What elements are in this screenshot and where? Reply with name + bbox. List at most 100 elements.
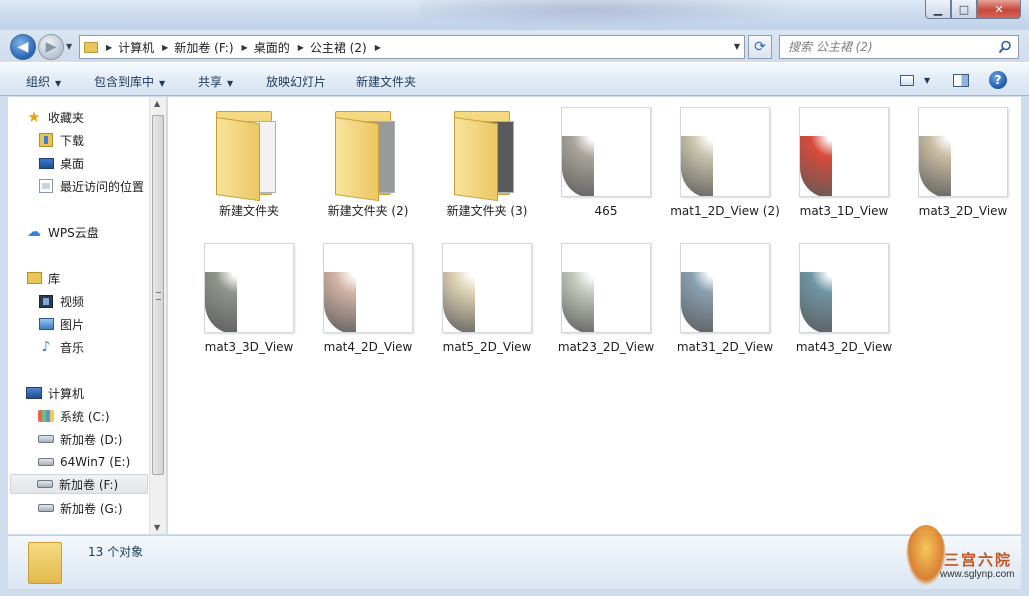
new-folder-button[interactable]: 新建文件夹 <box>356 73 416 90</box>
sidebar-item-downloads[interactable]: 下载 <box>38 130 84 150</box>
slideshow-button[interactable]: 放映幻灯片 <box>266 73 326 90</box>
chevron-right-icon[interactable]: ▶ <box>106 43 112 52</box>
sidebar-item-label: 音乐 <box>60 340 85 355</box>
file-name: mat3_3D_View <box>204 340 294 354</box>
sidebar-item-videos[interactable]: 视频 <box>38 291 84 311</box>
minimize-button[interactable]: ▁ <box>925 0 951 19</box>
address-dropdown[interactable]: ▼ <box>734 42 740 51</box>
caret-down-icon[interactable]: ▼ <box>924 76 930 85</box>
preview-pane-icon <box>953 73 969 87</box>
sidebar-item-recent[interactable]: 最近访问的位置 <box>38 176 144 196</box>
recent-pages-dropdown[interactable]: ▼ <box>66 42 72 51</box>
file-name: 新建文件夹 <box>218 204 279 218</box>
image-file-item[interactable]: mat43_2D_View <box>785 243 903 373</box>
include-library-menu[interactable]: 包含到库中 ▼ <box>94 73 165 90</box>
image-file-item[interactable]: mat3_1D_View <box>785 107 903 237</box>
sidebar-item-library[interactable]: 库 <box>26 268 60 288</box>
watermark-title: 三宫六院 <box>944 551 1013 569</box>
scroll-up-icon[interactable]: ▲ <box>154 99 160 108</box>
command-bar: 组织 ▼ 包含到库中 ▼ 共享 ▼ 放映幻灯片 新建文件夹 ▼ ? <box>0 62 1029 96</box>
image-thumbnail <box>680 243 770 333</box>
scrollbar-thumb[interactable] <box>152 115 164 475</box>
folder-icon <box>204 107 294 202</box>
chevron-right-icon[interactable]: ▶ <box>375 43 381 52</box>
preview-pane-button[interactable] <box>953 71 969 89</box>
folder-item[interactable]: 新建文件夹 (2) <box>309 107 427 237</box>
file-name: mat4_2D_View <box>323 340 413 354</box>
search-box[interactable] <box>779 35 1019 59</box>
breadcrumb-computer[interactable]: 计算机 <box>118 39 154 56</box>
breadcrumb-label: 新加卷 (F:) <box>174 40 234 55</box>
image-file-item[interactable]: mat31_2D_View <box>666 243 784 373</box>
folder-icon <box>442 107 532 202</box>
sidebar-item-label: WPS云盘 <box>48 225 99 240</box>
arrow-right-icon: ▶ <box>45 39 57 55</box>
sidebar-item-drive-f[interactable]: 新加卷 (F:) <box>10 474 148 494</box>
sidebar-item-wps-cloud[interactable]: ☁ WPS云盘 <box>26 222 99 242</box>
sidebar-item-drive-e[interactable]: 64Win7 (E:) <box>38 452 130 472</box>
breadcrumb-current-folder[interactable]: 公主裙 (2) <box>310 39 367 56</box>
sidebar-item-computer[interactable]: 计算机 <box>26 383 84 403</box>
refresh-icon: ⟳ <box>754 39 766 55</box>
image-file-item[interactable]: mat3_3D_View <box>190 243 308 373</box>
sidebar-item-label: 最近访问的位置 <box>60 179 145 194</box>
folder-icon <box>84 41 98 53</box>
sidebar-item-label: 图片 <box>60 317 85 332</box>
chevron-right-icon[interactable]: ▶ <box>298 43 304 52</box>
maximize-button[interactable]: □ <box>951 0 977 19</box>
folder-item[interactable]: 新建文件夹 (3) <box>428 107 546 237</box>
title-bar: ▁ □ ✕ <box>0 0 1029 30</box>
sidebar-item-label: 收藏夹 <box>48 110 85 125</box>
system-drive-icon <box>38 409 54 423</box>
sidebar-item-desktop[interactable]: 桌面 <box>38 153 84 173</box>
breadcrumb-drive-f[interactable]: 新加卷 (F:) <box>174 39 233 56</box>
close-button[interactable]: ✕ <box>977 0 1021 19</box>
forward-button[interactable]: ▶ <box>38 34 64 60</box>
caret-down-icon: ▼ <box>55 79 62 88</box>
back-button[interactable]: ◀ <box>10 34 36 60</box>
change-view-button[interactable]: ▼ <box>900 71 930 89</box>
sidebar-item-pictures[interactable]: 图片 <box>38 314 84 334</box>
image-file-item[interactable]: mat5_2D_View <box>428 243 546 373</box>
breadcrumb-label: 计算机 <box>118 40 155 55</box>
sidebar-item-music[interactable]: ♪ 音乐 <box>38 337 84 357</box>
sidebar-item-drive-d[interactable]: 新加卷 (D:) <box>38 429 122 449</box>
sidebar-item-label: 系统 (C:) <box>60 409 110 424</box>
view-icon <box>900 74 914 86</box>
search-input[interactable] <box>788 40 988 54</box>
sidebar-item-drive-g[interactable]: 新加卷 (G:) <box>38 498 123 518</box>
chevron-right-icon[interactable]: ▶ <box>242 43 248 52</box>
share-menu[interactable]: 共享 ▼ <box>198 73 233 90</box>
help-icon[interactable]: ? <box>989 71 1007 89</box>
caret-down-icon: ▼ <box>159 79 166 88</box>
image-file-item[interactable]: 465 <box>547 107 665 237</box>
image-file-item[interactable]: mat3_2D_View <box>904 107 1022 237</box>
file-name: mat43_2D_View <box>795 340 893 354</box>
sidebar-item-favorites[interactable]: ★ 收藏夹 <box>26 107 84 127</box>
sidebar-item-drive-c[interactable]: 系统 (C:) <box>38 406 110 426</box>
breadcrumb-desktop[interactable]: 桌面的 <box>254 39 290 56</box>
file-name: mat3_2D_View <box>918 204 1008 218</box>
image-thumbnail <box>204 243 294 333</box>
sidebar-item-label: 下载 <box>60 133 85 148</box>
image-file-item[interactable]: mat1_2D_View (2) <box>666 107 784 237</box>
breadcrumb-label: 桌面的 <box>253 40 290 55</box>
chevron-right-icon[interactable]: ▶ <box>162 43 168 52</box>
image-file-item[interactable]: mat4_2D_View <box>309 243 427 373</box>
file-name: mat31_2D_View <box>676 340 774 354</box>
scroll-down-icon[interactable]: ▼ <box>154 523 160 532</box>
file-name: mat1_2D_View (2) <box>670 204 780 218</box>
sidebar-item-label: 库 <box>48 271 61 286</box>
folder-item[interactable]: 新建文件夹 <box>190 107 308 237</box>
search-icon[interactable] <box>998 40 1012 54</box>
navigation-pane-scrollbar[interactable]: ▲ ▼ <box>149 97 166 534</box>
hard-drive-icon <box>38 455 54 469</box>
file-name: 新建文件夹 (3) <box>446 204 528 218</box>
address-bar[interactable]: ▶ 计算机 ▶ 新加卷 (F:) ▶ 桌面的 ▶ 公主裙 (2) ▶ ▼ <box>79 35 745 59</box>
sidebar-item-label: 新加卷 (F:) <box>59 477 119 492</box>
image-file-item[interactable]: mat23_2D_View <box>547 243 665 373</box>
cloud-icon: ☁ <box>27 224 41 240</box>
refresh-button[interactable]: ⟳ <box>748 35 772 59</box>
organize-menu[interactable]: 组织 ▼ <box>26 73 61 90</box>
navigation-row: ◀ ▶ ▼ ▶ 计算机 ▶ 新加卷 (F:) ▶ 桌面的 ▶ 公主裙 (2) ▶… <box>0 30 1029 62</box>
